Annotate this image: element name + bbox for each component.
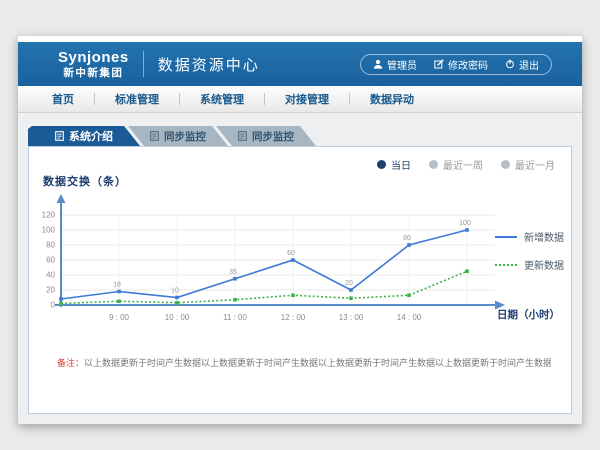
svg-text:12 : 00: 12 : 00	[281, 313, 306, 322]
logout-label: 退出	[519, 57, 539, 72]
main-nav: 首页标准管理系统管理对接管理数据异动	[18, 86, 582, 113]
radio-label: 当日	[391, 157, 411, 172]
time-filter-1[interactable]: 最近一周	[429, 157, 483, 172]
tab-label: 同步监控	[252, 129, 294, 144]
nav-item-1[interactable]: 标准管理	[95, 91, 179, 107]
desktop-background: Synjones 新中新集团 数据资源中心 管理员	[0, 0, 600, 450]
svg-text:13 : 00: 13 : 00	[339, 313, 364, 322]
form-icon	[55, 131, 64, 141]
tab-系统介绍-0[interactable]: 系统介绍	[28, 126, 140, 146]
svg-text:14 : 00: 14 : 00	[397, 313, 422, 322]
svg-text:80: 80	[46, 241, 55, 250]
x-axis-title: 日期（小时）	[497, 307, 560, 322]
chart-legend: 新增数据更新数据	[495, 229, 564, 272]
logo-subtext: 新中新集团	[58, 68, 129, 79]
header-divider	[143, 51, 144, 77]
form-icon	[238, 131, 247, 141]
footnote-label: 备注：	[57, 358, 84, 368]
app-window: Synjones 新中新集团 数据资源中心 管理员	[18, 36, 582, 424]
svg-text:11 : 00: 11 : 00	[223, 313, 247, 322]
change-password-button[interactable]: 修改密码	[434, 57, 488, 72]
svg-text:20: 20	[345, 280, 353, 287]
user-icon	[373, 59, 383, 69]
legend-item-0: 新增数据	[495, 229, 564, 244]
svg-text:80: 80	[403, 235, 411, 242]
user-name: 管理员	[387, 57, 417, 72]
app-header: Synjones 新中新集团 数据资源中心 管理员	[18, 42, 582, 86]
logo-text: Synjones	[58, 50, 129, 65]
nav-item-4[interactable]: 数据异动	[350, 91, 434, 107]
time-filter-0[interactable]: 当日	[377, 157, 411, 172]
form-icon	[150, 131, 159, 141]
user-toolbar: 管理员 修改密码 退出	[360, 54, 552, 75]
svg-text:60: 60	[287, 250, 295, 257]
nav-item-2[interactable]: 系统管理	[180, 91, 264, 107]
footnote: 备注：以上数据更新于时间产生数据以上数据更新于时间产生数据以上数据更新于时间产生…	[57, 357, 551, 370]
time-filter-group: 当日 最近一周 最近一月	[377, 157, 555, 172]
tab-label: 同步监控	[164, 129, 206, 144]
tab-bar: 系统介绍 同步监控 同步监控	[28, 126, 316, 146]
legend-label: 更新数据	[524, 257, 564, 272]
radio-dot-icon	[429, 160, 438, 169]
change-password-label: 修改密码	[448, 57, 488, 72]
current-user-button[interactable]: 管理员	[373, 57, 417, 72]
logout-button[interactable]: 退出	[505, 57, 539, 72]
svg-text:9 : 00: 9 : 00	[109, 313, 130, 322]
svg-text:18: 18	[113, 282, 121, 289]
svg-text:100: 100	[42, 226, 56, 235]
legend-line-sample	[495, 264, 517, 266]
legend-line-sample	[495, 236, 517, 238]
y-axis-title: 数据交换（条）	[43, 173, 127, 189]
tab-label: 系统介绍	[69, 128, 113, 144]
footnote-text: 以上数据更新于时间产生数据以上数据更新于时间产生数据以上数据更新于时间产生数据以…	[84, 358, 551, 368]
system-intro-panel: 当日 最近一周 最近一月 数据交换（条） 0 20 40 60 80 100 120 9 : 00…	[28, 146, 572, 414]
legend-item-1: 更新数据	[495, 257, 564, 272]
legend-label: 新增数据	[524, 229, 564, 244]
svg-text:35: 35	[229, 269, 237, 276]
svg-text:20: 20	[46, 286, 55, 295]
svg-text:10: 10	[171, 288, 179, 295]
svg-text:0: 0	[51, 301, 56, 310]
svg-text:40: 40	[46, 271, 55, 280]
content-area: 系统介绍 同步监控 同步监控 当日 最近一周 最近一月 数据交换（条） 0 20 40 60 8…	[18, 113, 582, 424]
radio-label: 最近一月	[515, 157, 555, 172]
svg-text:10 : 00: 10 : 00	[165, 313, 190, 322]
nav-item-0[interactable]: 首页	[32, 91, 94, 107]
time-filter-2[interactable]: 最近一月	[501, 157, 555, 172]
edit-icon	[434, 59, 444, 69]
tab-同步监控-2[interactable]: 同步监控	[216, 126, 316, 146]
svg-text:120: 120	[42, 211, 56, 220]
brand-logo: Synjones 新中新集团	[58, 50, 129, 79]
svg-text:60: 60	[46, 256, 55, 265]
app-title: 数据资源中心	[158, 54, 260, 75]
svg-text:100: 100	[459, 220, 471, 227]
power-icon	[505, 59, 515, 69]
line-chart: 0 20 40 60 80 100 120 9 : 00 10 : 00 11 : 00 12 : …	[35, 189, 515, 339]
radio-dot-icon	[377, 160, 386, 169]
radio-label: 最近一周	[443, 157, 483, 172]
radio-dot-icon	[501, 160, 510, 169]
nav-item-3[interactable]: 对接管理	[265, 91, 349, 107]
tab-同步监控-1[interactable]: 同步监控	[128, 126, 228, 146]
